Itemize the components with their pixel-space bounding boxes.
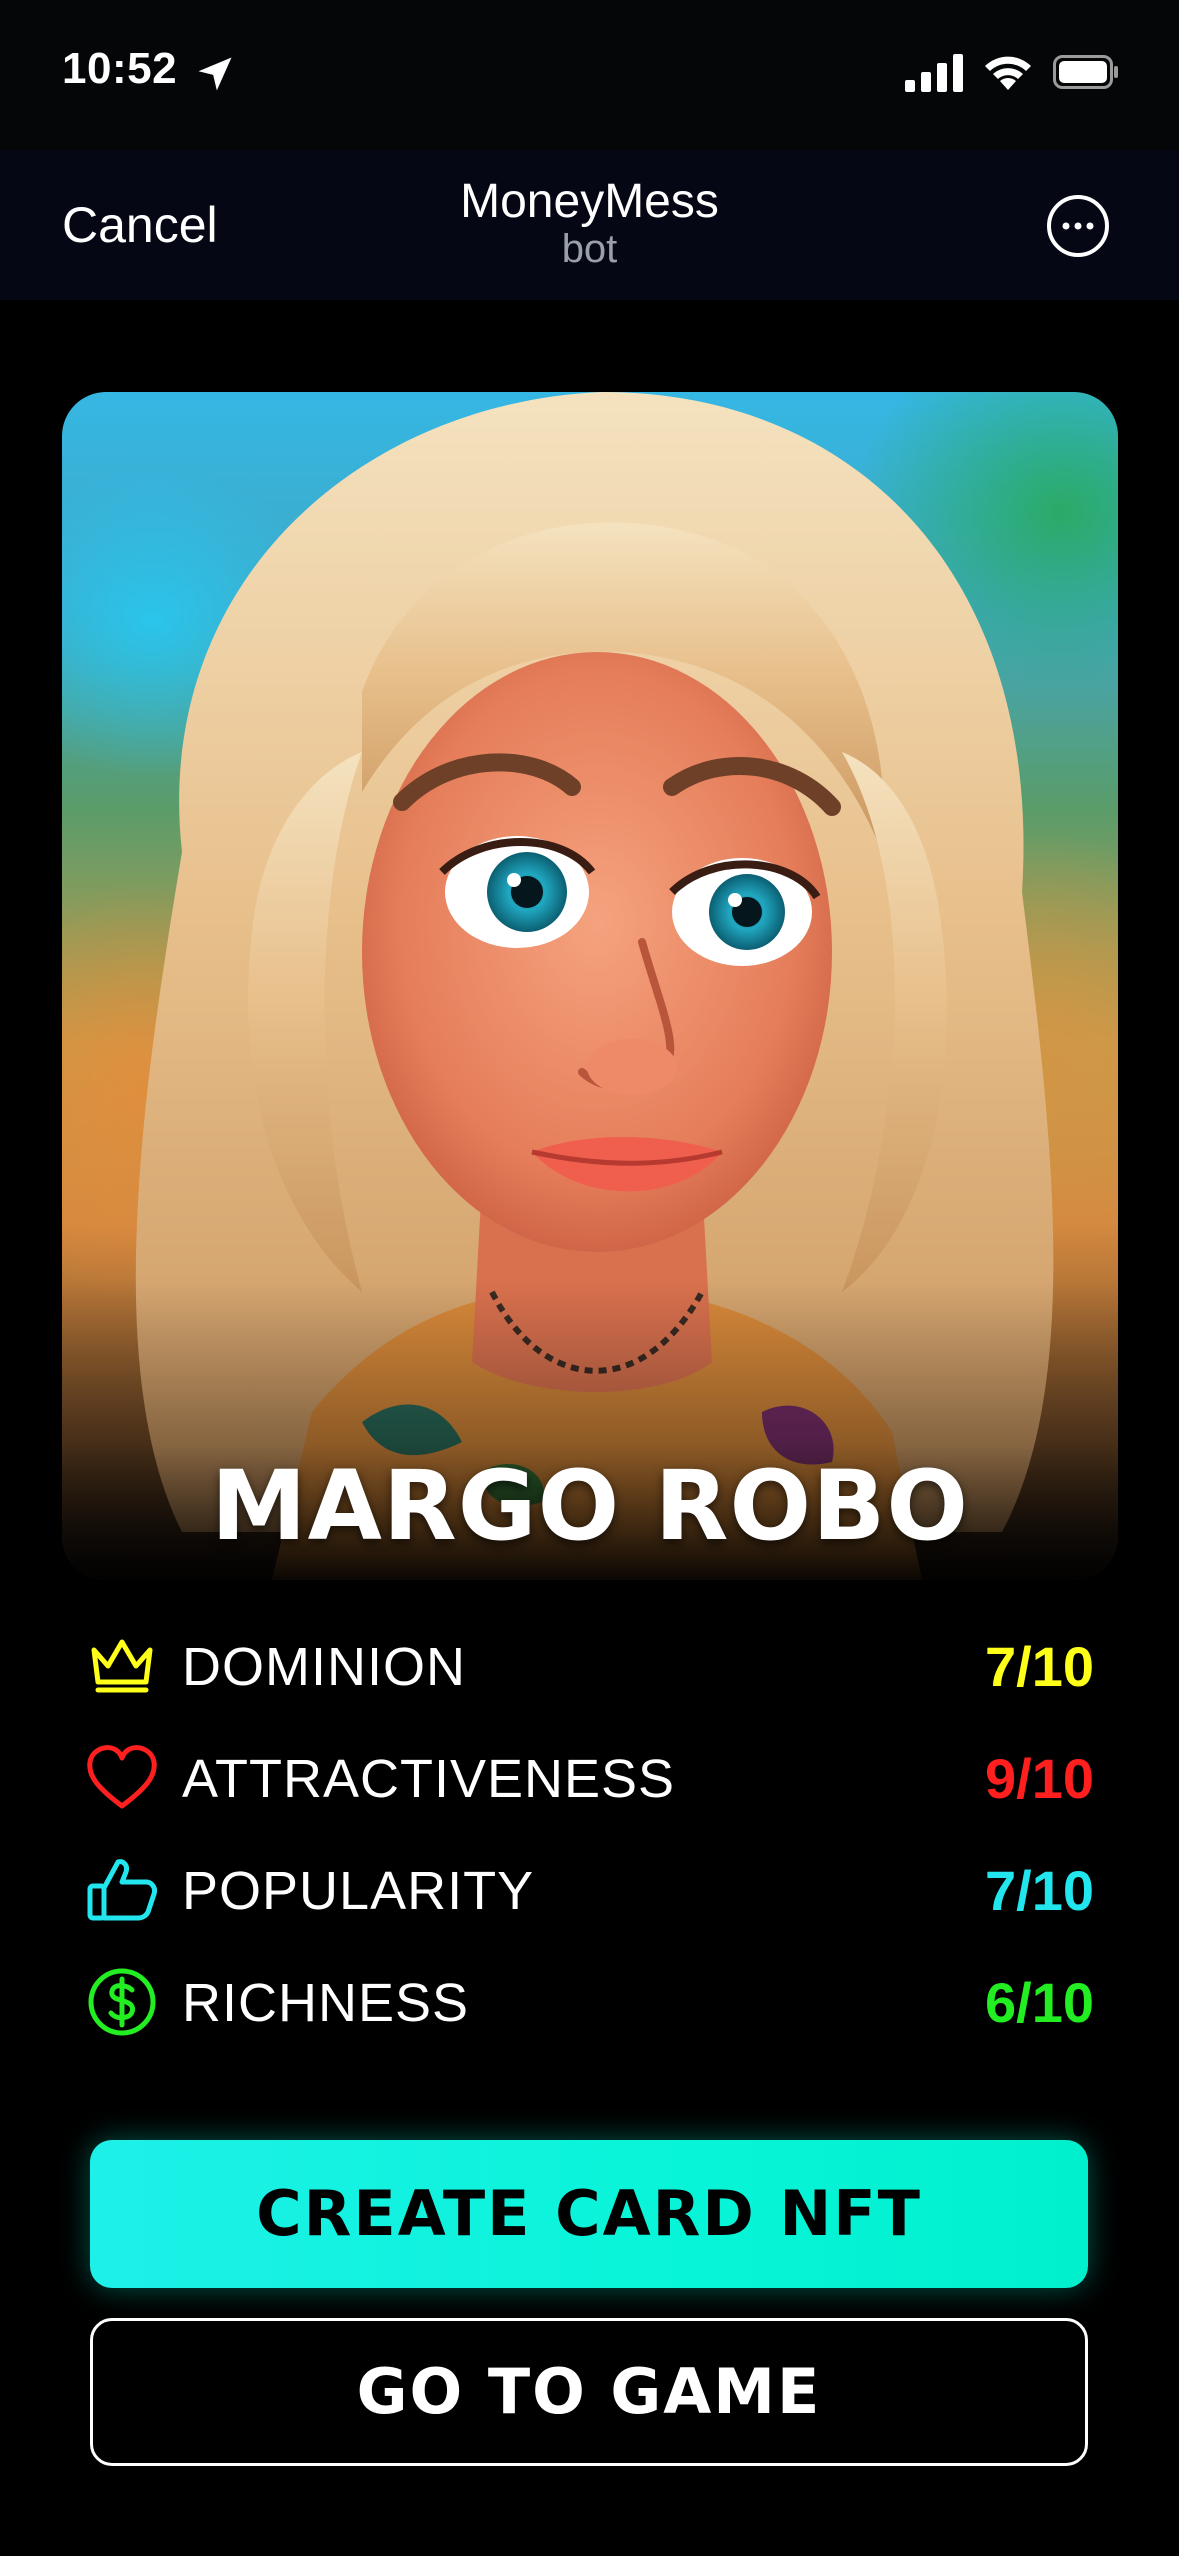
status-time: 10:52 <box>62 44 178 93</box>
bot-title: MoneyMess <box>460 175 719 228</box>
stat-row-richness: RICHNESS 6/10 <box>84 1956 1094 2068</box>
bot-subtitle: bot <box>561 227 618 271</box>
stat-row-attractiveness: ATTRACTIVENESS 9/10 <box>84 1732 1094 1844</box>
go-to-game-button[interactable]: GO TO GAME <box>90 2318 1088 2466</box>
stat-value: 6/10 <box>985 1971 1094 2034</box>
character-card: MARGO ROBO <box>62 392 1118 1580</box>
thumbs-up-icon <box>87 1859 157 1921</box>
battery-icon <box>1053 55 1118 89</box>
stat-row-popularity: POPULARITY 7/10 <box>84 1844 1094 1956</box>
stats-list: DOMINION 7/10 ATTRACTIVENESS 9/10 POPULA… <box>84 1620 1094 2068</box>
crown-icon <box>91 1639 153 1693</box>
dollar-coin-icon <box>88 1968 156 2036</box>
character-name: MARGO ROBO <box>211 1450 969 1562</box>
stat-value: 9/10 <box>985 1747 1094 1810</box>
stat-row-dominion: DOMINION 7/10 <box>84 1620 1094 1732</box>
stat-label: DOMINION <box>182 1637 466 1697</box>
heart-icon <box>87 1745 157 1809</box>
wifi-icon <box>985 56 1031 90</box>
stat-label: RICHNESS <box>182 1973 470 2033</box>
ellipsis-circle-icon[interactable] <box>1046 194 1110 258</box>
stat-label: POPULARITY <box>182 1861 535 1921</box>
stat-value: 7/10 <box>985 1635 1094 1698</box>
stat-label: ATTRACTIVENESS <box>182 1749 676 1809</box>
location-arrow-icon <box>198 57 232 91</box>
stat-value: 7/10 <box>985 1859 1094 1922</box>
create-card-nft-button[interactable]: CREATE CARD NFT <box>90 2140 1088 2288</box>
status-indicators <box>905 52 1119 92</box>
cellular-signal-icon <box>905 54 963 92</box>
nav-header: Cancel MoneyMess bot <box>0 150 1179 300</box>
status-bar: 10:52 <box>0 0 1179 150</box>
